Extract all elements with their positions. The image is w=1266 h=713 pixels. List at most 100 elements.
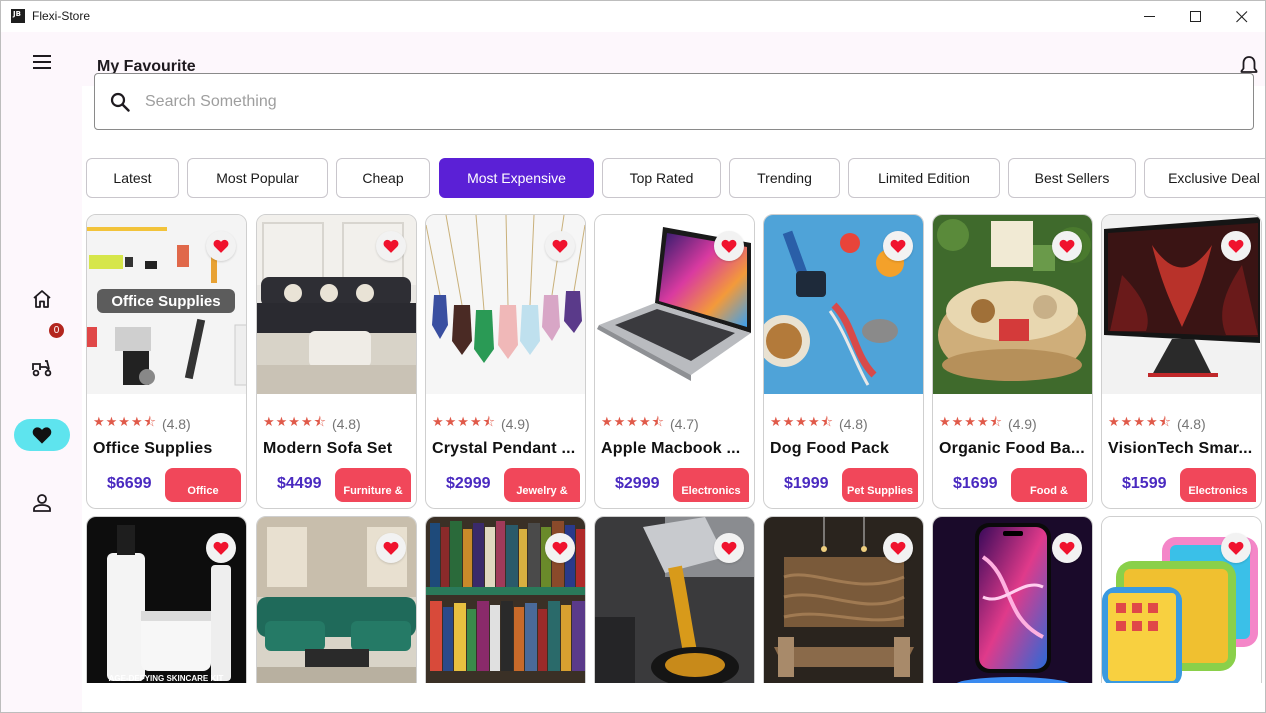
filter-chip-limited-edition[interactable]: Limited Edition	[848, 158, 1000, 198]
product-price: $4499	[277, 475, 322, 492]
filter-chip-latest[interactable]: Latest	[86, 158, 179, 198]
product-card[interactable]: Office Supplies ★★★★⯪ (4.8) Office Suppl…	[86, 214, 247, 509]
favourite-button[interactable]	[545, 231, 575, 261]
filter-chip-most-expensive[interactable]: Most Expensive	[439, 158, 594, 198]
rating-value: (4.8)	[1176, 416, 1206, 432]
product-price: $1599	[1122, 475, 1167, 492]
favourite-button[interactable]	[376, 231, 406, 261]
product-card[interactable]: ★★★★⯪ (4.9) Crystal Pendant ... $2999 Je…	[425, 214, 586, 509]
maximize-button[interactable]	[1173, 1, 1219, 32]
product-card[interactable]: ★★★★⯪ (4.8) Dog Food Pack $1999 Pet Supp…	[763, 214, 924, 509]
favourite-button[interactable]	[1221, 533, 1251, 563]
category-tag[interactable]: Furniture &	[335, 468, 411, 502]
product-name: Crystal Pendant ...	[432, 440, 576, 457]
heart-icon	[1059, 541, 1075, 555]
nav-profile[interactable]	[14, 487, 70, 519]
product-name: VisionTech Smar...	[1108, 440, 1253, 457]
favourite-button[interactable]	[714, 533, 744, 563]
star-rating-icon: ★★★★⯪	[1108, 415, 1172, 430]
filter-chip-cheap[interactable]: Cheap	[336, 158, 430, 198]
product-card[interactable]	[594, 516, 755, 683]
rating-value: (4.8)	[161, 416, 191, 432]
heart-icon	[890, 239, 906, 253]
filter-chip-top-rated[interactable]: Top Rated	[602, 158, 721, 198]
filter-chip-exclusive-deal[interactable]: Exclusive Deal	[1144, 158, 1265, 198]
category-tag[interactable]: Office	[165, 468, 241, 502]
minimize-button[interactable]	[1127, 1, 1173, 32]
heart-icon	[552, 239, 568, 253]
favourite-button[interactable]	[883, 533, 913, 563]
heart-icon	[213, 541, 229, 555]
category-tag[interactable]: Jewelry &	[504, 468, 580, 502]
product-card[interactable]	[425, 516, 586, 683]
product-name: Office Supplies	[93, 440, 213, 457]
filter-chip-best-sellers[interactable]: Best Sellers	[1008, 158, 1136, 198]
product-card[interactable]	[763, 516, 924, 683]
product-card[interactable]: AGE-DEFYING SKINCARE KIT	[86, 516, 247, 683]
heart-icon	[552, 541, 568, 555]
rating: ★★★★⯪ (4.9)	[432, 415, 530, 432]
heart-icon	[721, 239, 737, 253]
skincare-image-caption: AGE-DEFYING SKINCARE KIT	[109, 674, 224, 683]
title-bar: JB Flexi-Store	[1, 1, 1265, 32]
product-card[interactable]	[1101, 516, 1262, 683]
favourite-button[interactable]	[206, 231, 236, 261]
product-price: $1999	[784, 475, 829, 492]
filter-chips: Latest Most Popular Cheap Most Expensive…	[86, 158, 1265, 200]
rating: ★★★★⯪ (4.8)	[93, 415, 191, 432]
category-tag[interactable]: Food &	[1011, 468, 1087, 502]
favourite-button[interactable]	[714, 231, 744, 261]
product-grid: Office Supplies ★★★★⯪ (4.8) Office Suppl…	[86, 214, 1265, 683]
rating-value: (4.7)	[669, 416, 699, 432]
product-price: $1699	[953, 475, 998, 492]
category-tag[interactable]: Electronics	[1180, 468, 1256, 502]
app-window: JB Flexi-Store My Favourite Search Somet…	[0, 0, 1266, 713]
product-card[interactable]: ★★★★⯪ (4.9) Organic Food Ba... $1699 Foo…	[932, 214, 1093, 509]
category-tag[interactable]: Electronics	[673, 468, 749, 502]
favourite-button[interactable]	[883, 231, 913, 261]
product-name: Dog Food Pack	[770, 440, 890, 457]
window-title: Flexi-Store	[32, 9, 91, 23]
favourite-button[interactable]	[206, 533, 236, 563]
product-name: Modern Sofa Set	[263, 440, 393, 457]
nav-home[interactable]	[14, 283, 70, 315]
product-card[interactable]	[256, 516, 417, 683]
star-rating-icon: ★★★★⯪	[432, 415, 496, 430]
search-icon[interactable]	[109, 91, 131, 113]
rating: ★★★★⯪ (4.8)	[770, 415, 868, 432]
star-rating-icon: ★★★★⯪	[263, 415, 327, 430]
heart-icon	[890, 541, 906, 555]
product-card[interactable]	[932, 516, 1093, 683]
maximize-icon	[1190, 10, 1201, 22]
star-rating-icon: ★★★★⯪	[770, 415, 834, 430]
favourite-button[interactable]	[545, 533, 575, 563]
rating: ★★★★⯪ (4.9)	[939, 415, 1037, 432]
star-rating-icon: ★★★★⯪	[93, 415, 157, 430]
rating-value: (4.8)	[838, 416, 868, 432]
heart-icon	[1228, 541, 1244, 555]
product-card[interactable]: ★★★★⯪ (4.7) Apple Macbook ... $2999 Elec…	[594, 214, 755, 509]
favourite-button[interactable]	[1052, 533, 1082, 563]
category-tag[interactable]: Pet Supplies	[842, 468, 918, 502]
nav-delivery[interactable]	[14, 351, 70, 383]
menu-button[interactable]	[29, 50, 55, 74]
favourite-button[interactable]	[1221, 231, 1251, 261]
favourite-button[interactable]	[376, 533, 406, 563]
close-icon	[1236, 10, 1248, 22]
favourite-button[interactable]	[1052, 231, 1082, 261]
search-box	[94, 73, 1254, 130]
filter-chip-most-popular[interactable]: Most Popular	[187, 158, 328, 198]
close-button[interactable]	[1219, 1, 1265, 32]
cart-badge: 0	[49, 323, 64, 338]
product-price: $6699	[107, 475, 152, 492]
rating-value: (4.9)	[1007, 416, 1037, 432]
home-icon	[33, 290, 51, 308]
filter-chip-trending[interactable]: Trending	[729, 158, 840, 198]
nav-favourites[interactable]	[14, 419, 70, 451]
office-image-caption: Office Supplies	[111, 293, 220, 310]
product-card[interactable]: ★★★★⯪ (4.8) VisionTech Smar... $1599 Ele…	[1101, 214, 1262, 509]
product-card[interactable]: ★★★★⯪ (4.8) Modern Sofa Set $4499 Furnit…	[256, 214, 417, 509]
rating-value: (4.8)	[331, 416, 361, 432]
search-input[interactable]	[145, 86, 1235, 118]
rating: ★★★★⯪ (4.7)	[601, 415, 699, 432]
